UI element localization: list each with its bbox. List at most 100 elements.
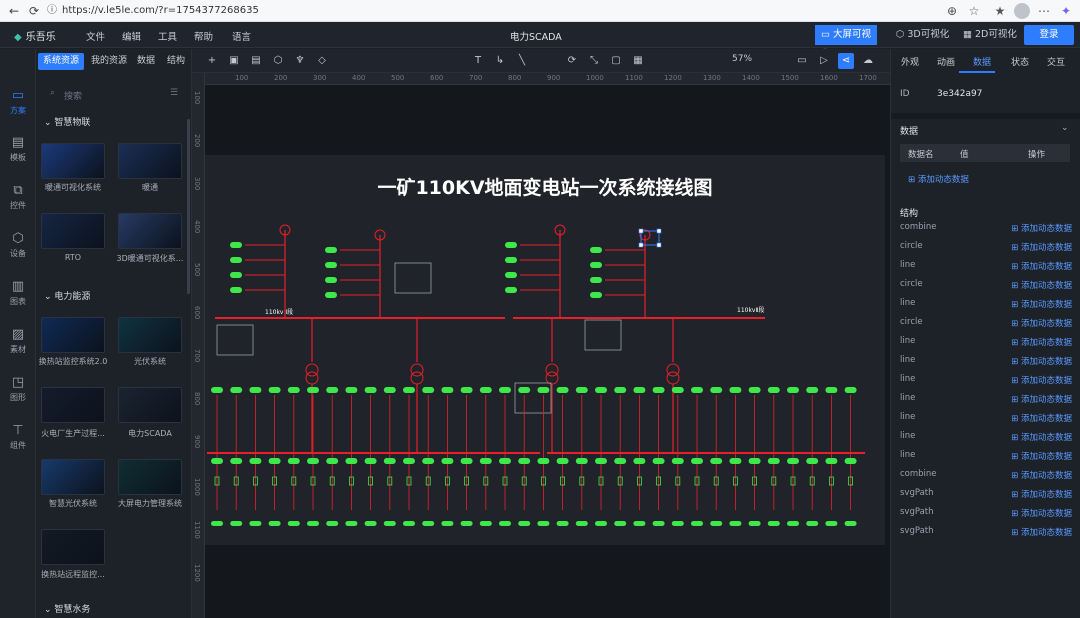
thumbnail-rto[interactable] <box>41 213 105 249</box>
thumbnail-pv[interactable] <box>118 317 182 353</box>
add-dynamic-data-link[interactable]: ⊞ 添加动态数据 <box>1011 488 1072 500</box>
add-dynamic-data-link[interactable]: ⊞ 添加动态数据 <box>1011 450 1072 462</box>
thumbnail-power-scada[interactable] <box>118 387 182 423</box>
add-icon[interactable]: + <box>204 53 220 69</box>
rail-item-component[interactable]: ⊤ 组件 <box>0 419 36 459</box>
rail-item-chart[interactable]: ▥ 图表 <box>0 275 36 315</box>
add-dynamic-data-button[interactable]: ⊞ 添加动态数据 <box>908 173 969 185</box>
structure-row[interactable]: circle ⊞ 添加动态数据 <box>900 241 1072 257</box>
structure-row[interactable]: line ⊞ 添加动态数据 <box>900 431 1072 447</box>
tab-data[interactable]: 数据 <box>132 53 160 70</box>
tab-state[interactable]: 状态 <box>1011 55 1029 68</box>
zoom-icon[interactable]: ⊕ <box>944 3 960 19</box>
structure-row[interactable]: svgPath ⊞ 添加动态数据 <box>900 488 1072 504</box>
play-icon[interactable]: ▷ <box>816 53 832 69</box>
add-dynamic-data-link[interactable]: ⊞ 添加动态数据 <box>1011 298 1072 310</box>
thumbnail-hvac2[interactable] <box>118 143 182 179</box>
add-dynamic-data-link[interactable]: ⊞ 添加动态数据 <box>1011 241 1072 253</box>
thumbnail-remote-heat[interactable] <box>41 529 105 565</box>
structure-row[interactable]: line ⊞ 添加动态数据 <box>900 374 1072 390</box>
tab-3d[interactable]: ⬡ 3D可视化 <box>890 25 955 45</box>
add-dynamic-data-link[interactable]: ⊞ 添加动态数据 <box>1011 393 1072 405</box>
site-info-icon[interactable]: ⓘ <box>44 3 60 19</box>
structure-row[interactable]: line ⊞ 添加动态数据 <box>900 260 1072 276</box>
back-icon[interactable]: ← <box>6 3 22 19</box>
folder-icon[interactable]: ▭ <box>794 53 810 69</box>
add-dynamic-data-link[interactable]: ⊞ 添加动态数据 <box>1011 355 1072 367</box>
tab-data-props[interactable]: 数据 <box>973 55 991 68</box>
tab-appearance[interactable]: 外观 <box>901 55 919 68</box>
favorites-icon[interactable]: ★ <box>992 3 1008 19</box>
layout-icon[interactable]: ▦ <box>630 53 646 69</box>
structure-row[interactable]: line ⊞ 添加动态数据 <box>900 412 1072 428</box>
zoom-level[interactable]: 57% <box>732 54 752 64</box>
eraser-icon[interactable]: ◇ <box>314 53 330 69</box>
rail-item-control[interactable]: ⧉ 控件 <box>0 179 36 219</box>
tab-2d[interactable]: ▦ 2D可视化 <box>957 25 1023 45</box>
structure-row[interactable]: line ⊞ 添加动态数据 <box>900 450 1072 466</box>
line-tool-icon[interactable]: ╲ <box>514 53 530 69</box>
rail-item-template[interactable]: ▤ 模板 <box>0 131 36 171</box>
structure-row[interactable]: svgPath ⊞ 添加动态数据 <box>900 526 1072 542</box>
bookmark-star-icon[interactable]: ☆ <box>966 3 982 19</box>
thumbnail-thermal-plant[interactable] <box>41 387 105 423</box>
polyline-tool-icon[interactable]: ↳ <box>492 53 508 69</box>
add-dynamic-data-link[interactable]: ⊞ 添加动态数据 <box>1011 317 1072 329</box>
menu-file[interactable]: 文件 <box>86 29 105 43</box>
add-dynamic-data-link[interactable]: ⊞ 添加动态数据 <box>1011 260 1072 272</box>
structure-row[interactable]: line ⊞ 添加动态数据 <box>900 336 1072 352</box>
copilot-icon[interactable]: ✦ <box>1058 3 1074 19</box>
tab-structure[interactable]: 结构 <box>162 53 190 70</box>
tab-animation[interactable]: 动画 <box>937 55 955 68</box>
menu-help[interactable]: 帮助 <box>194 29 213 43</box>
add-dynamic-data-link[interactable]: ⊞ 添加动态数据 <box>1011 507 1072 519</box>
shield-icon[interactable]: ⬡ <box>270 53 286 69</box>
fit-icon[interactable]: ⤡ <box>586 53 602 69</box>
add-dynamic-data-link[interactable]: ⊞ 添加动态数据 <box>1011 526 1072 538</box>
section-iot[interactable]: ⌄ 智慧物联 <box>44 115 90 128</box>
structure-row[interactable]: line ⊞ 添加动态数据 <box>900 393 1072 409</box>
thumbnail-heat-station[interactable] <box>41 317 105 353</box>
save-icon[interactable]: ▣ <box>226 53 242 69</box>
text-tool-icon[interactable]: T <box>470 53 486 69</box>
thumbnail-power-mgmt[interactable] <box>118 459 182 495</box>
app-logo[interactable]: ◆ 乐吾乐 <box>14 28 56 43</box>
rail-item-solution[interactable]: ▭ 方案 <box>0 84 36 124</box>
add-dynamic-data-link[interactable]: ⊞ 添加动态数据 <box>1011 336 1072 348</box>
frame-icon[interactable]: ▢ <box>608 53 624 69</box>
more-icon[interactable]: ⋯ <box>1036 3 1052 19</box>
avatar[interactable] <box>1014 3 1030 19</box>
rail-item-device[interactable]: ⬡ 设备 <box>0 227 36 267</box>
list-view-icon[interactable]: ☰ <box>170 88 178 98</box>
scada-diagram[interactable]: 一矿110KV地面变电站一次系统接线图 110kv I段 110kvⅡ段 <box>205 155 885 545</box>
cloud-icon[interactable]: ☁ <box>860 53 876 69</box>
chevron-down-icon[interactable]: ⌄ <box>1061 123 1069 133</box>
section-energy[interactable]: ⌄ 电力能源 <box>44 289 90 302</box>
share-icon[interactable]: ⋖ <box>838 53 854 69</box>
add-dynamic-data-link[interactable]: ⊞ 添加动态数据 <box>1011 412 1072 424</box>
format-brush-icon[interactable]: ♆ <box>292 53 308 69</box>
tab-bigscreen[interactable]: ▭ 大屏可视化 <box>815 25 877 60</box>
structure-row[interactable]: line ⊞ 添加动态数据 <box>900 298 1072 314</box>
add-dynamic-data-link[interactable]: ⊞ 添加动态数据 <box>1011 374 1072 386</box>
thumbnail-hvac[interactable] <box>41 143 105 179</box>
menu-language[interactable]: 语言 <box>232 29 251 43</box>
reload-icon[interactable]: ⟳ <box>26 3 42 19</box>
login-button[interactable]: 登录 <box>1024 25 1074 45</box>
thumbnail-3d-hvac[interactable] <box>118 213 182 249</box>
address-bar[interactable]: https://v.le5le.com/?r=1754377268635 <box>62 3 992 19</box>
structure-row[interactable]: combine ⊞ 添加动态数据 <box>900 222 1072 238</box>
search-input[interactable]: ⌕ 搜索 ☰ <box>42 86 186 104</box>
thumbnail-smart-pv[interactable] <box>41 459 105 495</box>
structure-row[interactable]: svgPath ⊞ 添加动态数据 <box>900 507 1072 523</box>
structure-row[interactable]: combine ⊞ 添加动态数据 <box>900 469 1072 485</box>
structure-row[interactable]: circle ⊞ 添加动态数据 <box>900 279 1072 295</box>
structure-row[interactable]: line ⊞ 添加动态数据 <box>900 355 1072 371</box>
rail-item-shapes[interactable]: ◳ 图形 <box>0 371 36 411</box>
menu-edit[interactable]: 编辑 <box>122 29 141 43</box>
add-dynamic-data-link[interactable]: ⊞ 添加动态数据 <box>1011 279 1072 291</box>
section-water[interactable]: ⌄ 智慧水务 <box>44 602 90 615</box>
add-dynamic-data-link[interactable]: ⊞ 添加动态数据 <box>1011 469 1072 481</box>
tab-interaction[interactable]: 交互 <box>1047 55 1065 68</box>
add-dynamic-data-link[interactable]: ⊞ 添加动态数据 <box>1011 222 1072 234</box>
